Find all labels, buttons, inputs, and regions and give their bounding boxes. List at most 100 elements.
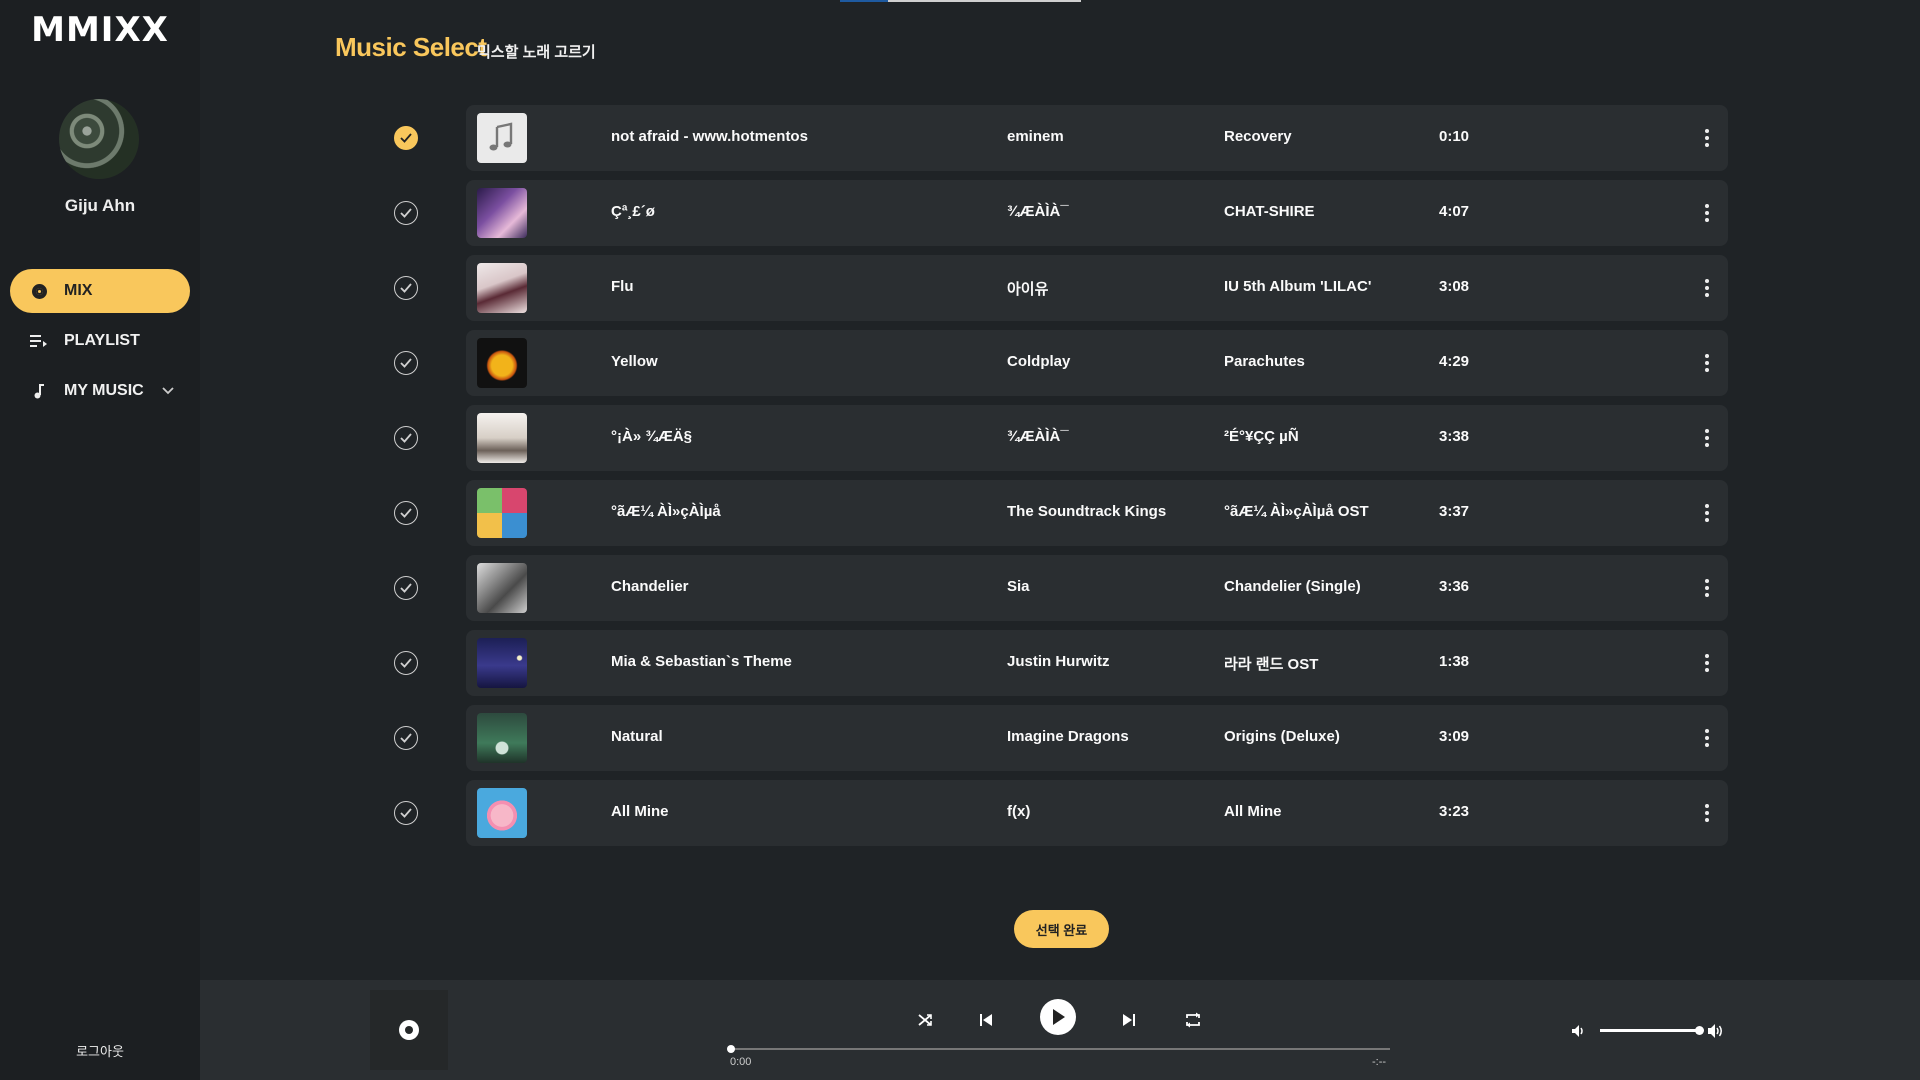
song-row[interactable]: All Mine f(x) All Mine 3:23	[466, 780, 1728, 846]
disc-icon	[28, 283, 50, 299]
song-album: Chandelier (Single)	[1224, 578, 1361, 595]
album-cover	[477, 788, 527, 838]
chevron-down-icon[interactable]	[162, 384, 174, 398]
more-options-icon[interactable]	[1700, 349, 1714, 377]
song-album: ²É°¥ÇÇ µÑ	[1224, 428, 1299, 445]
sidebar-item-my-music[interactable]: MY MUSIC	[10, 369, 190, 413]
song-album: 라라 랜드 OST	[1224, 656, 1319, 673]
song-row[interactable]: Chandelier Sia Chandelier (Single) 3:36	[466, 555, 1728, 621]
next-button[interactable]	[1114, 1005, 1144, 1035]
song-artist: The Soundtrack Kings	[1007, 503, 1167, 520]
song-title: Natural	[611, 728, 663, 745]
more-options-icon[interactable]	[1700, 499, 1714, 527]
repeat-button[interactable]	[1178, 1005, 1208, 1035]
loading-track	[888, 0, 1081, 2]
app-logo[interactable]: MMIXX	[0, 10, 200, 50]
skip-previous-icon	[980, 1014, 992, 1026]
song-title: Yellow	[611, 353, 658, 370]
total-time: -:--	[1372, 1056, 1387, 1068]
song-title: Flu	[611, 278, 634, 295]
user-name: Giju Ahn	[64, 196, 136, 215]
avatar[interactable]	[59, 99, 139, 179]
volume-low-icon[interactable]	[1564, 1016, 1594, 1046]
sidebar: MMIXX Giju Ahn MIX PLAYLIST MY MUSIC 로그아…	[0, 0, 200, 1080]
more-options-icon[interactable]	[1700, 649, 1714, 677]
song-duration: 0:10	[1439, 128, 1470, 145]
song-title: °ãÆ¼ ÀÌ»çÀÌµå	[611, 503, 721, 520]
sidebar-item-label: MIX	[64, 282, 93, 299]
music-note-icon	[28, 383, 50, 399]
more-options-icon[interactable]	[1700, 124, 1714, 152]
song-row[interactable]: Çª¸£´ø ¾ÆÀÌÀ¯ CHAT-SHIRE 4:07	[466, 180, 1728, 246]
album-cover	[477, 713, 527, 763]
song-row[interactable]: °¡À» ¾ÆÄ§ ¾ÆÀÌÀ¯ ²É°¥ÇÇ µÑ 3:38	[466, 405, 1728, 471]
play-button[interactable]	[1040, 999, 1076, 1035]
select-checkbox[interactable]	[394, 726, 418, 750]
check-icon	[400, 733, 412, 743]
progress-bar[interactable]	[727, 1045, 1390, 1053]
album-cover	[477, 638, 527, 688]
song-title: not afraid - www.hotmentos	[611, 128, 808, 145]
sidebar-item-mix[interactable]: MIX	[10, 269, 190, 313]
previous-button[interactable]	[971, 1005, 1001, 1035]
music-note-icon	[489, 122, 513, 151]
song-row[interactable]: °ãÆ¼ ÀÌ»çÀÌµå The Soundtrack Kings °ãÆ¼ ÀÌ…	[466, 480, 1728, 546]
select-checkbox[interactable]	[394, 651, 418, 675]
check-icon	[400, 583, 412, 593]
check-icon	[400, 658, 412, 668]
select-checkbox[interactable]	[394, 576, 418, 600]
more-options-icon[interactable]	[1700, 799, 1714, 827]
check-icon	[400, 358, 412, 368]
more-options-icon[interactable]	[1700, 424, 1714, 452]
check-icon	[400, 808, 412, 818]
done-button[interactable]: 선택 완료	[1014, 910, 1109, 948]
song-row[interactable]: Yellow Coldplay Parachutes 4:29	[466, 330, 1728, 396]
page-subtitle: 믹스할 노래 고르기	[477, 44, 596, 61]
logout-button[interactable]: 로그아웃	[0, 1041, 200, 1060]
song-artist: Sia	[1007, 578, 1030, 595]
sidebar-item-label: PLAYLIST	[64, 332, 140, 349]
select-checkbox[interactable]	[394, 276, 418, 300]
page-title: Music Select	[335, 32, 487, 62]
loading-indicator	[840, 0, 888, 2]
song-title: Chandelier	[611, 578, 689, 595]
playlist-icon	[28, 334, 50, 348]
check-icon	[400, 508, 412, 518]
song-artist: ¾ÆÀÌÀ¯	[1007, 203, 1069, 220]
volume-high-icon[interactable]	[1702, 1016, 1732, 1046]
song-album: Origins (Deluxe)	[1224, 728, 1340, 745]
select-checkbox[interactable]	[394, 201, 418, 225]
check-icon	[400, 208, 412, 218]
song-row[interactable]: Flu 아이유 IU 5th Album 'LILAC' 3:08	[466, 255, 1728, 321]
volume-slider[interactable]	[1600, 1026, 1704, 1035]
album-cover	[477, 263, 527, 313]
song-album: CHAT-SHIRE	[1224, 203, 1315, 220]
more-options-icon[interactable]	[1700, 274, 1714, 302]
play-icon	[1053, 1009, 1065, 1025]
song-artist: Coldplay	[1007, 353, 1071, 370]
sidebar-item-label: MY MUSIC	[64, 382, 144, 399]
skip-next-icon	[1123, 1014, 1135, 1026]
select-checkbox[interactable]	[394, 126, 418, 150]
player-bar: 0:00 -:--	[200, 980, 1920, 1080]
song-row[interactable]: Mia & Sebastian`s Theme Justin Hurwitz 라라 …	[466, 630, 1728, 696]
song-row[interactable]: not afraid - www.hotmentos eminem Recovery…	[466, 105, 1728, 171]
song-duration: 4:29	[1439, 353, 1470, 370]
progress-knob[interactable]	[727, 1045, 735, 1053]
shuffle-button[interactable]	[910, 1005, 940, 1035]
more-options-icon[interactable]	[1700, 199, 1714, 227]
select-checkbox[interactable]	[394, 426, 418, 450]
song-row[interactable]: Natural Imagine Dragons Origins (Deluxe) 3:…	[466, 705, 1728, 771]
more-options-icon[interactable]	[1700, 574, 1714, 602]
song-duration: 1:38	[1439, 653, 1470, 670]
more-options-icon[interactable]	[1700, 724, 1714, 752]
song-artist: 아이유	[1007, 281, 1049, 298]
select-checkbox[interactable]	[394, 351, 418, 375]
sidebar-item-playlist[interactable]: PLAYLIST	[10, 319, 190, 363]
song-artist: eminem	[1007, 128, 1064, 145]
check-icon	[400, 433, 412, 443]
select-checkbox[interactable]	[394, 501, 418, 525]
select-checkbox[interactable]	[394, 801, 418, 825]
album-cover	[477, 113, 527, 163]
disc-icon	[399, 1020, 419, 1040]
